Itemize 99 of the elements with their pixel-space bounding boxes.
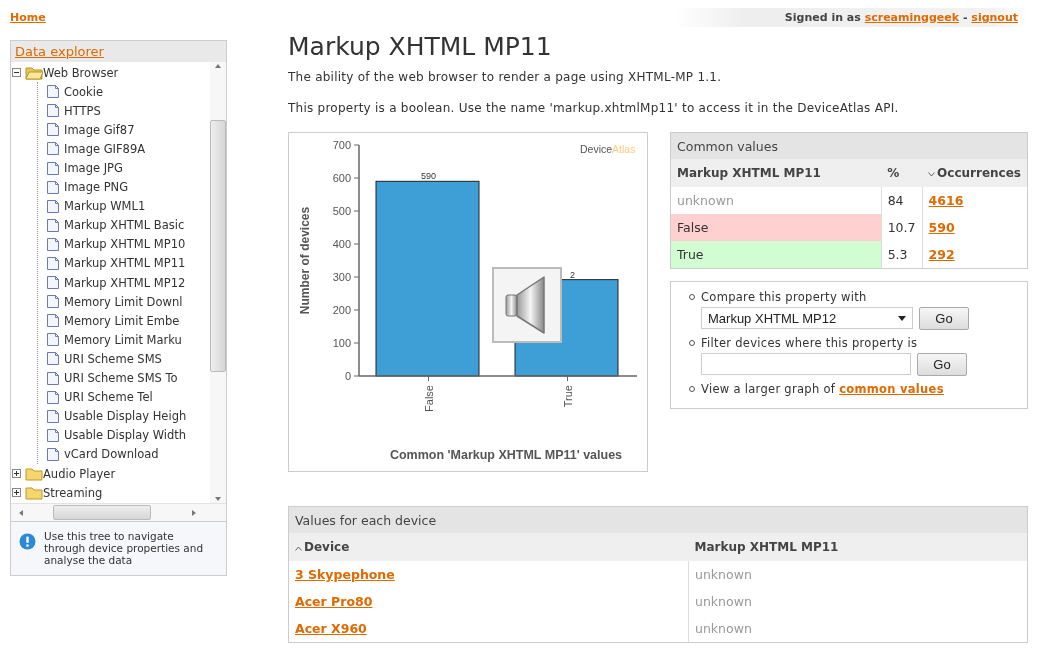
tree-item[interactable]: URI Scheme SMS To bbox=[64, 371, 178, 386]
scroll-right-icon bbox=[190, 508, 198, 517]
page-icon bbox=[46, 389, 60, 405]
tree-item[interactable]: Image PNG bbox=[64, 180, 129, 195]
page-icon bbox=[46, 141, 60, 157]
tree-item[interactable]: Usable Display Heigh bbox=[64, 409, 187, 424]
table-title: Values for each device bbox=[289, 507, 1027, 533]
table-cell: 84 bbox=[881, 187, 923, 214]
tick-label: 400 bbox=[332, 238, 351, 250]
tree-item[interactable]: Markup WML1 bbox=[64, 199, 146, 214]
logo: DeviceAtlas bbox=[580, 143, 636, 155]
page-icon bbox=[46, 446, 60, 462]
page-icon bbox=[46, 294, 60, 310]
tick-label: 600 bbox=[332, 172, 351, 184]
tree-item[interactable]: Image JPG bbox=[64, 161, 123, 175]
option-label: Compare this property with bbox=[701, 290, 867, 304]
page-icon bbox=[46, 122, 60, 138]
scrollbar-thumb[interactable] bbox=[210, 120, 226, 372]
category-label: False bbox=[422, 385, 435, 412]
filter-field[interactable] bbox=[701, 353, 911, 375]
tree-item[interactable]: Usable Display Width bbox=[64, 428, 187, 443]
tree-item[interactable]: Markup XHTML MP10 bbox=[64, 237, 186, 252]
page-icon bbox=[46, 217, 60, 233]
column-header[interactable]: % bbox=[881, 159, 923, 187]
tick-label: 300 bbox=[332, 271, 351, 283]
folder-icon bbox=[25, 485, 43, 500]
tree-item[interactable]: Markup XHTML Basic bbox=[64, 218, 185, 233]
value-label: 2 bbox=[570, 269, 575, 280]
go-button[interactable]: Go bbox=[919, 307, 969, 330]
page-icon bbox=[46, 332, 60, 348]
tick-label: 0 bbox=[344, 370, 351, 382]
table-cell: True bbox=[671, 241, 882, 268]
page-icon bbox=[46, 256, 60, 271]
tree-item[interactable]: Memory Limit Marku bbox=[64, 332, 182, 347]
property-dropdown[interactable]: Markup XHTML MP12 bbox=[701, 307, 913, 329]
expand-icon[interactable] bbox=[12, 488, 21, 498]
tree-item[interactable]: Audio Player bbox=[43, 466, 116, 481]
tree-item[interactable]: Image GIF89A bbox=[64, 141, 146, 156]
expand-icon[interactable] bbox=[12, 469, 21, 478]
table-title: Common values bbox=[671, 133, 1027, 159]
category-label: True bbox=[561, 385, 574, 408]
description-text: The ability of the web browser to render a page using XHTML-MP 1.1. bbox=[288, 70, 723, 84]
page-icon bbox=[46, 275, 60, 291]
tick-label: 200 bbox=[332, 304, 351, 316]
tree-item[interactable]: Markup XHTML MP11 bbox=[64, 256, 186, 271]
table-cell: unknown bbox=[688, 561, 1027, 588]
page-icon bbox=[46, 103, 60, 119]
table-cell: False bbox=[671, 214, 882, 241]
tick-label: 500 bbox=[332, 205, 351, 217]
page-icon bbox=[46, 313, 60, 329]
page-icon bbox=[46, 427, 60, 443]
value-label: 590 bbox=[421, 171, 436, 182]
table-cell: unknown bbox=[688, 588, 1027, 615]
page-icon bbox=[46, 160, 60, 176]
page-icon bbox=[46, 408, 60, 424]
tree-item[interactable]: URI Scheme SMS bbox=[64, 351, 162, 366]
tree-item[interactable]: Web Browser bbox=[43, 65, 119, 80]
folder-icon bbox=[25, 466, 43, 481]
option-label: Filter devices where this property is bbox=[701, 336, 918, 350]
page-icon bbox=[46, 84, 60, 100]
table-cell: 5.3 bbox=[881, 241, 923, 268]
tree-item[interactable]: Streaming bbox=[43, 485, 103, 500]
page-icon bbox=[46, 351, 60, 367]
scroll-left-icon bbox=[17, 508, 25, 517]
tree-item[interactable]: Memory Limit Embe bbox=[64, 313, 180, 328]
scrollbar-thumb[interactable] bbox=[53, 505, 151, 520]
option-text: View a larger graph of common values bbox=[701, 382, 944, 396]
page-icon bbox=[46, 236, 60, 252]
chart-title: Common 'Markup XHTML MP11' values bbox=[389, 448, 623, 462]
table-cell: unknown bbox=[671, 187, 882, 214]
page-title: Markup XHTML MP11 bbox=[288, 32, 553, 61]
column-header[interactable]: Device bbox=[289, 533, 689, 561]
caret-icon bbox=[898, 315, 906, 321]
tree-item[interactable]: Cookie bbox=[64, 84, 104, 99]
page-icon bbox=[46, 370, 60, 386]
tree-item[interactable]: Memory Limit Downl bbox=[64, 294, 183, 309]
tree-item[interactable]: Markup XHTML MP12 bbox=[64, 275, 186, 290]
tree-item[interactable]: Image Gif87 bbox=[64, 122, 135, 137]
tree-item[interactable]: HTTPS bbox=[64, 103, 101, 118]
info-icon bbox=[19, 533, 36, 550]
page-icon bbox=[46, 198, 60, 214]
table-cell: unknown bbox=[688, 615, 1027, 642]
table-cell: 10.7 bbox=[881, 214, 923, 241]
tick-label: 700 bbox=[332, 139, 351, 151]
tick-label: 100 bbox=[332, 337, 351, 349]
horizontal-scrollbar[interactable] bbox=[11, 503, 226, 521]
column-header[interactable]: Markup XHTML MP11 bbox=[688, 533, 1027, 561]
info-text: Use this tree to navigate through device properties and analyse the data bbox=[44, 530, 205, 566]
column-header[interactable]: Occurrences bbox=[922, 159, 1027, 187]
vertical-scrollbar[interactable] bbox=[210, 62, 226, 503]
collapse-icon[interactable] bbox=[12, 68, 21, 78]
tree-item[interactable]: vCard Download bbox=[64, 447, 159, 462]
column-header[interactable]: Markup XHTML MP11 bbox=[671, 159, 882, 187]
folder-icon bbox=[25, 65, 43, 80]
go-button[interactable]: Go bbox=[917, 353, 967, 376]
page-icon bbox=[46, 179, 60, 195]
axis-title: Number of devices bbox=[298, 206, 312, 315]
tree-item[interactable]: URI Scheme Tel bbox=[64, 390, 153, 405]
description-text: This property is a boolean. Use the name 'markup.xhtmlMp11' to access it in the DeviceAtlas API. bbox=[288, 101, 900, 115]
